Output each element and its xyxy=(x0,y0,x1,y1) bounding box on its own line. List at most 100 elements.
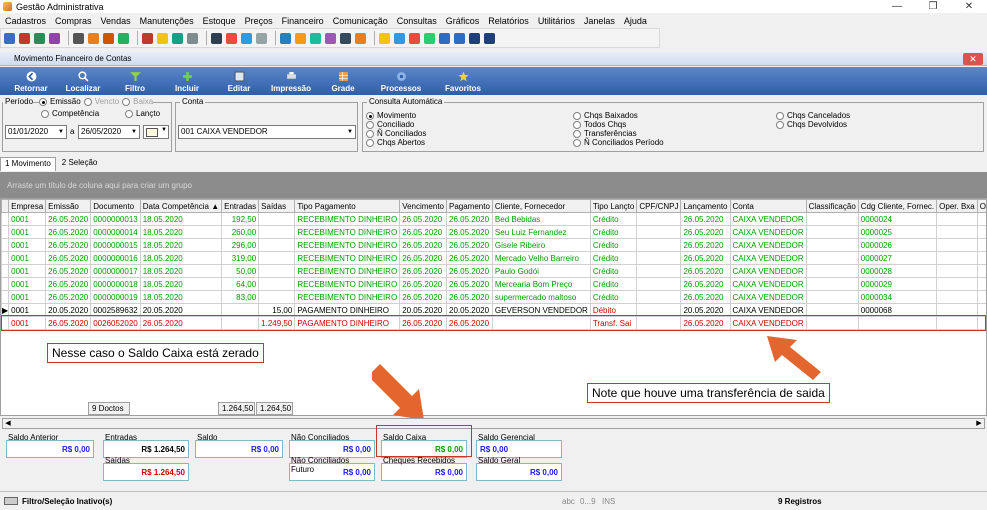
col-saidas[interactable]: Saídas xyxy=(258,199,296,213)
col-empresa[interactable]: Empresa xyxy=(8,199,47,213)
shortcut-icon[interactable] xyxy=(172,32,183,44)
cell-vencimento[interactable]: 26.05.2020 xyxy=(399,212,447,226)
shortcut-icon[interactable] xyxy=(88,32,99,44)
cell-tipo-lancto[interactable]: Crédito xyxy=(589,225,638,239)
cell-tipo-lancto[interactable]: Crédito xyxy=(589,290,638,304)
cell-cdg-cliente[interactable]: 0000026 xyxy=(857,238,938,252)
cell-entradas[interactable]: 83,00 xyxy=(221,290,260,304)
menu-financeiro[interactable]: Financeiro xyxy=(282,16,324,26)
cell-conta[interactable]: CAIXA VENDEDOR xyxy=(729,290,807,304)
table-row[interactable]: 0001 26.05.2020 0000000016 18.05.2020 319,00… xyxy=(1,251,986,265)
star-icon[interactable] xyxy=(379,32,390,44)
cell-documento[interactable]: 0000000013 xyxy=(90,212,141,226)
cell-documento[interactable]: 0000000019 xyxy=(90,290,141,304)
cell-conta[interactable]: CAIXA VENDEDOR xyxy=(729,212,807,226)
shortcut-icon[interactable] xyxy=(103,32,114,44)
cell-conta[interactable]: CAIXA VENDEDOR xyxy=(729,264,807,278)
child-close-button[interactable]: ✕ xyxy=(963,53,983,65)
cell-documento[interactable]: 0000000016 xyxy=(90,251,141,265)
col-entradas[interactable]: Entradas xyxy=(221,199,260,213)
shortcut-icon[interactable] xyxy=(310,32,321,44)
cell-emissao[interactable]: 26.05.2020 xyxy=(45,251,92,265)
cell-cpf-cnpj[interactable] xyxy=(636,212,682,226)
cell-emissao[interactable]: 26.05.2020 xyxy=(45,225,92,239)
cell-oper-bxa[interactable] xyxy=(936,290,978,304)
cell-documento[interactable]: 0000000018 xyxy=(90,277,141,291)
horizontal-scrollbar[interactable]: ◀ ▶ xyxy=(2,418,985,429)
shortcut-icon[interactable] xyxy=(469,32,480,44)
radio-nao-conciliados-periodo[interactable]: Ñ Conciliados Período xyxy=(573,138,664,147)
shortcut-icon[interactable] xyxy=(409,32,420,44)
radio-todos-chqs[interactable]: Todos Chqs xyxy=(573,120,664,129)
cell-entradas[interactable]: 192,50 xyxy=(221,212,260,226)
radio-conciliado[interactable]: Conciliado xyxy=(366,120,426,129)
cell-data-competencia[interactable]: 18.05.2020 xyxy=(139,264,223,278)
chevron-down-icon[interactable]: ▼ xyxy=(56,126,66,138)
cell-cliente-fornecedor[interactable]: supermercado maltoso xyxy=(491,290,591,304)
cell-pagamento[interactable]: 26.05.2020 xyxy=(446,212,493,226)
cell-tipo-pagamento[interactable]: RECEBIMENTO DINHEIRO xyxy=(294,277,401,291)
col-data-competencia[interactable]: Data Competência ▲ xyxy=(139,199,223,213)
cell-data-competencia[interactable]: 18.05.2020 xyxy=(139,277,223,291)
chevron-down-icon[interactable]: ▼ xyxy=(129,126,139,138)
shortcut-icon[interactable] xyxy=(226,32,237,44)
cell-cliente-fornecedor[interactable]: Seu Luiz Fernandez xyxy=(491,225,591,239)
cell-empresa[interactable]: 0001 xyxy=(8,238,47,252)
cell-cdg-cliente[interactable]: 0000027 xyxy=(857,251,938,265)
group-by-area[interactable]: Arraste um título de coluna aqui para cr… xyxy=(0,172,987,198)
cell-pagamento[interactable]: 26.05.2020 xyxy=(446,277,493,291)
radio-lancto[interactable]: Lançto xyxy=(125,109,160,118)
cell-empresa[interactable]: 0001 xyxy=(8,251,47,265)
cell-tipo-lancto[interactable]: Crédito xyxy=(589,251,638,265)
radio-chqs-cancelados[interactable]: Chqs Cancelados xyxy=(776,111,850,120)
favoritos-button[interactable]: Favoritos xyxy=(433,67,493,95)
radio-baixa[interactable]: Baixa xyxy=(122,97,153,106)
cell-vencimento[interactable]: 26.05.2020 xyxy=(399,238,447,252)
restore-button[interactable]: ❐ xyxy=(915,0,951,13)
menu-compras[interactable]: Compras xyxy=(55,16,92,26)
cell-saidas[interactable] xyxy=(258,264,296,278)
cell-empresa[interactable]: 0001 xyxy=(8,225,47,239)
cell-emissao[interactable]: 26.05.2020 xyxy=(45,212,92,226)
menu-relatorios[interactable]: Relatórios xyxy=(488,16,529,26)
table-row[interactable]: 0001 26.05.2020 0000000013 18.05.2020 192,50… xyxy=(1,212,986,226)
shortcut-icon[interactable] xyxy=(325,32,336,44)
cell-cdg-cliente[interactable]: 0000034 xyxy=(857,290,938,304)
minimize-button[interactable]: — xyxy=(879,0,915,13)
cell-saidas[interactable] xyxy=(258,277,296,291)
menu-comunicacao[interactable]: Comunicação xyxy=(333,16,388,26)
menu-estoque[interactable]: Estoque xyxy=(203,16,236,26)
menu-manutencoes[interactable]: Manutenções xyxy=(140,16,194,26)
radio-emissao[interactable]: Emissão xyxy=(39,97,81,106)
cell-tipo-pagamento[interactable]: RECEBIMENTO DINHEIRO xyxy=(294,290,401,304)
cell-lancamento[interactable]: 26.05.2020 xyxy=(680,251,731,265)
cell-oper-bxa[interactable] xyxy=(936,212,978,226)
shortcut-icon[interactable] xyxy=(355,32,366,44)
cell-operacao[interactable] xyxy=(976,238,986,252)
row-indicator[interactable] xyxy=(1,290,10,304)
shortcut-icon[interactable] xyxy=(484,32,495,44)
cell-cdg-cliente[interactable]: 0000029 xyxy=(857,277,938,291)
col-operacao[interactable]: Operacao xyxy=(976,199,986,213)
shortcut-icon[interactable] xyxy=(340,32,351,44)
cell-cdg-cliente[interactable]: 0000025 xyxy=(857,225,938,239)
cell-cliente-fornecedor[interactable]: Paulo Godói xyxy=(491,264,591,278)
col-oper-bxa[interactable]: Oper. Bxa xyxy=(936,199,978,213)
menu-consultas[interactable]: Consultas xyxy=(397,16,437,26)
shortcut-icon[interactable] xyxy=(4,32,15,44)
radio-chqs-devolvidos[interactable]: Chqs Devolvidos xyxy=(776,120,850,129)
cell-emissao[interactable]: 26.05.2020 xyxy=(45,277,92,291)
cell-tipo-pagamento[interactable]: RECEBIMENTO DINHEIRO xyxy=(294,225,401,239)
col-tipo-lancto[interactable]: Tipo Lançto xyxy=(589,199,638,213)
menu-cadastros[interactable]: Cadastros xyxy=(5,16,46,26)
cell-lancamento[interactable]: 26.05.2020 xyxy=(680,238,731,252)
row-indicator[interactable] xyxy=(1,277,10,291)
shortcut-icon[interactable] xyxy=(295,32,306,44)
cell-conta[interactable]: CAIXA VENDEDOR xyxy=(729,277,807,291)
editar-button[interactable]: Editar xyxy=(213,67,265,95)
cell-data-competencia[interactable]: 18.05.2020 xyxy=(139,290,223,304)
cell-entradas[interactable]: 260,00 xyxy=(221,225,260,239)
table-row[interactable]: 0001 26.05.2020 0000000015 18.05.2020 296,00… xyxy=(1,238,986,252)
cell-pagamento[interactable]: 26.05.2020 xyxy=(446,264,493,278)
shortcut-icon[interactable] xyxy=(187,32,198,44)
